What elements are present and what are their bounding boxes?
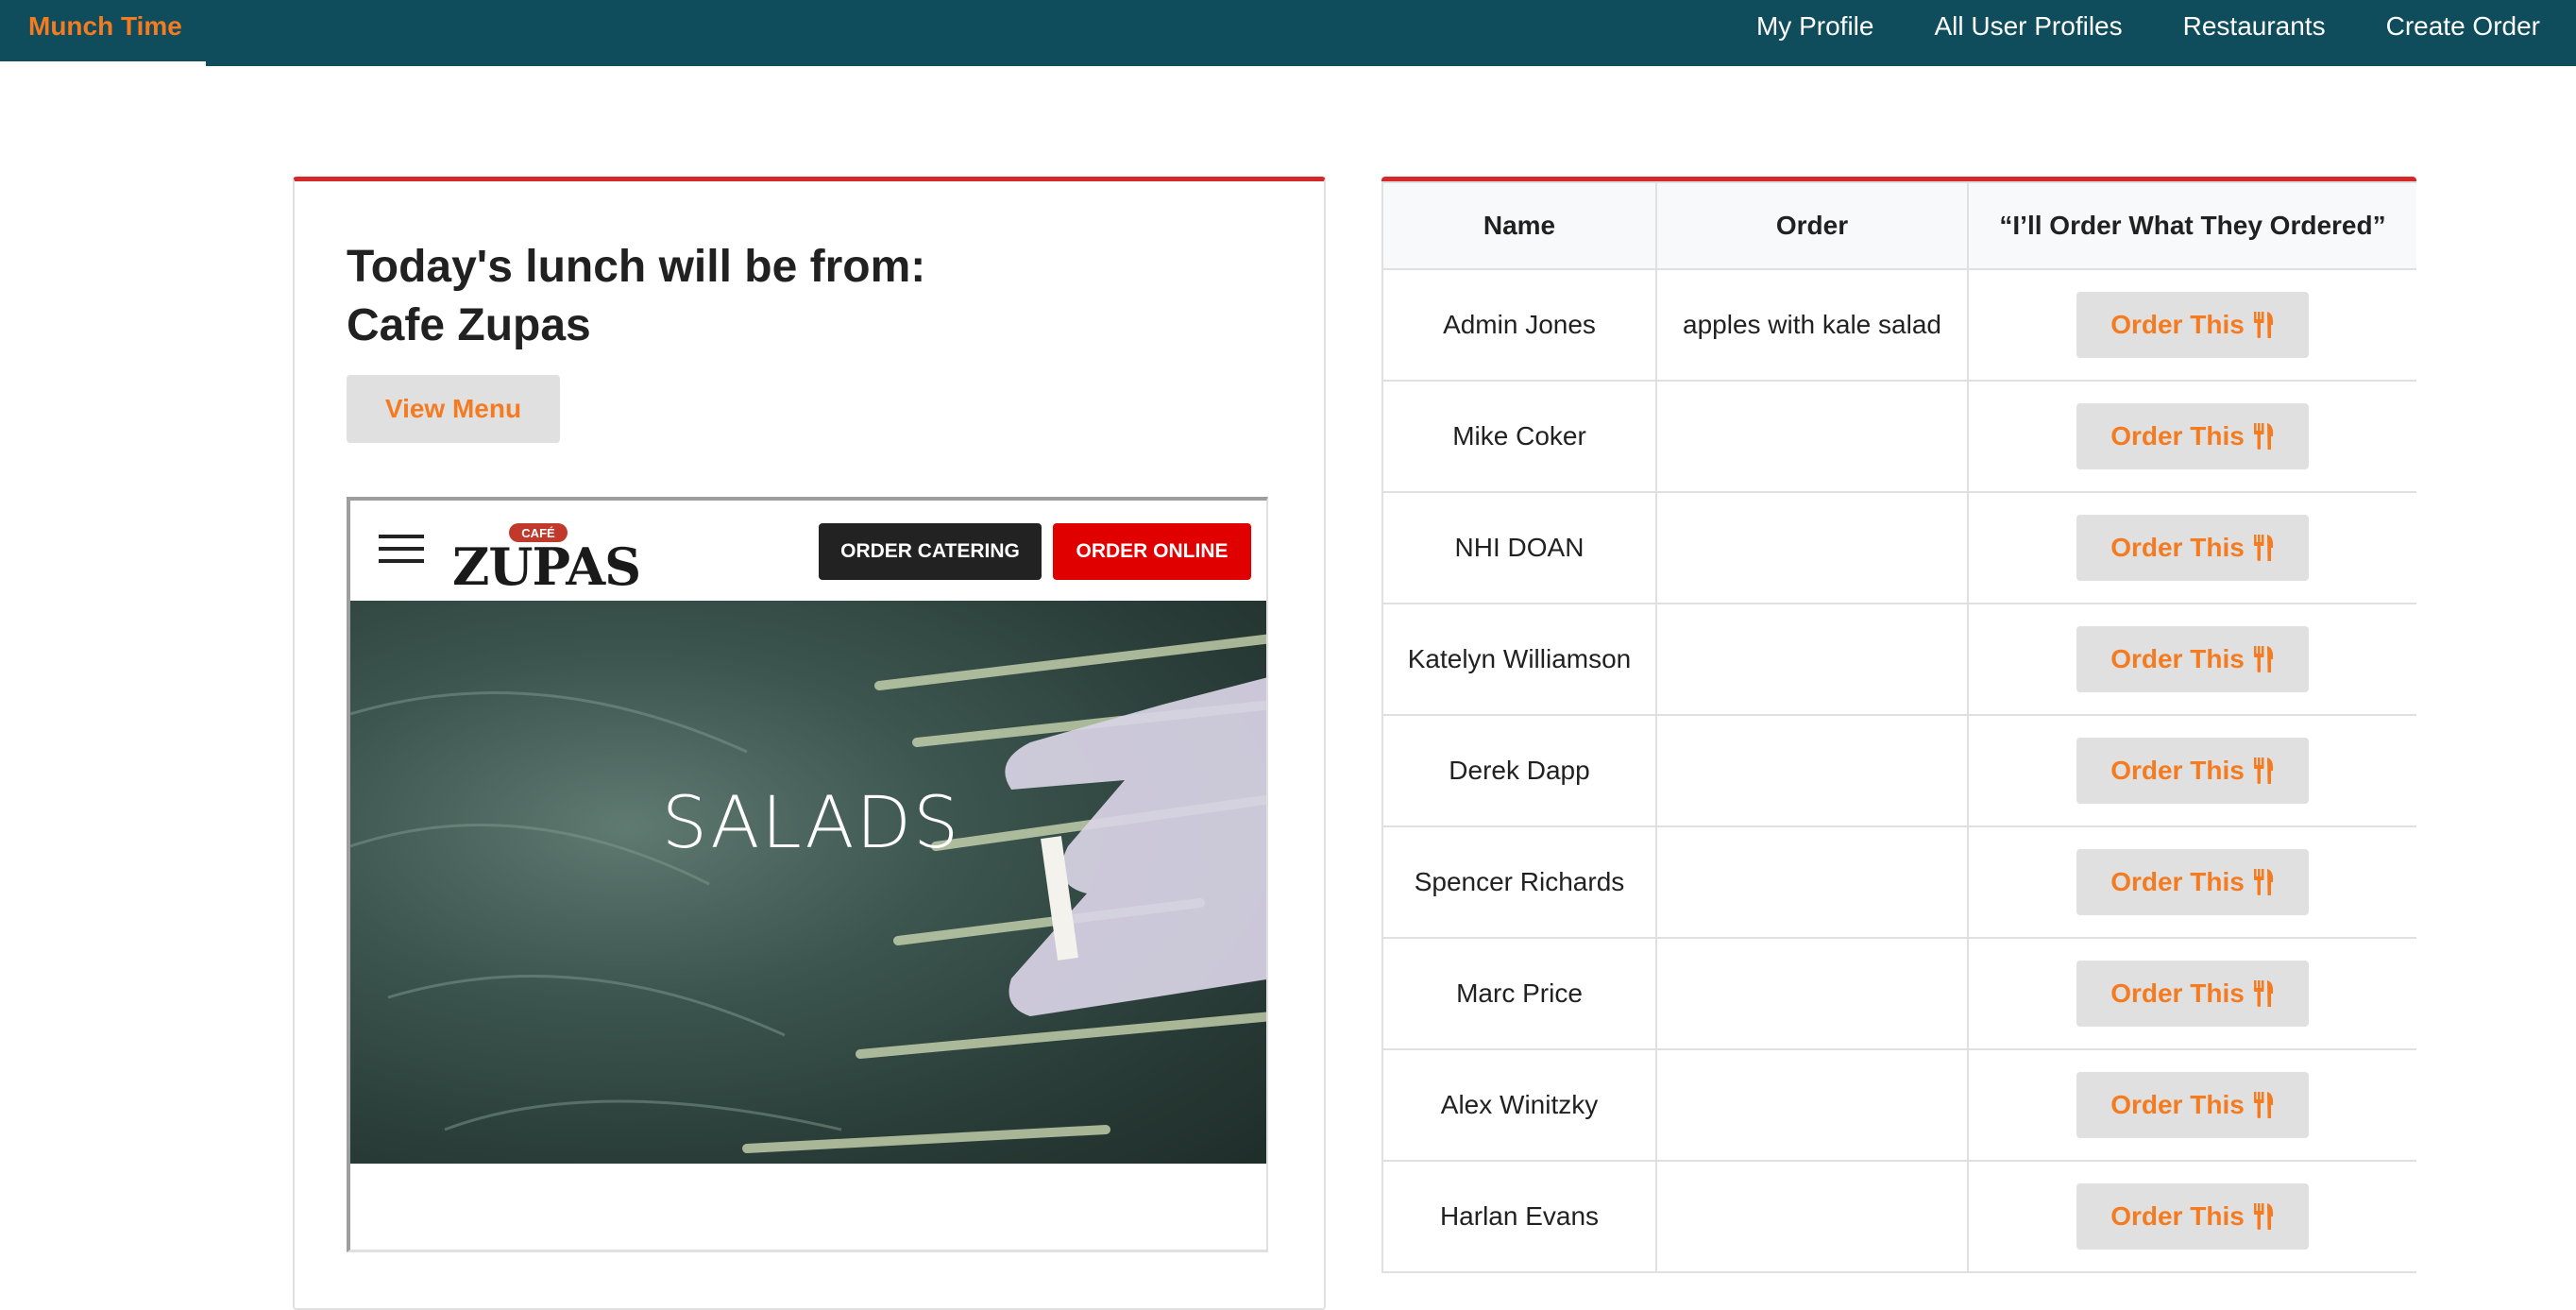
nav-links: My Profile All User Profiles Restaurants… — [1756, 11, 2540, 42]
cell-user-name: Derek Dapp — [1381, 714, 1657, 827]
order-this-label: Order This — [2110, 421, 2245, 451]
cell-action: Order This — [1967, 380, 2416, 493]
brand-link[interactable]: Munch Time — [28, 11, 182, 42]
active-tab-indicator — [0, 61, 206, 66]
cell-order-text — [1655, 714, 1969, 827]
cell-order-text — [1655, 937, 1969, 1050]
cell-user-name: Spencer Richards — [1381, 825, 1657, 939]
order-this-label: Order This — [2110, 867, 2245, 896]
table-header-row: Name Order “I’ll Order What They Ordered… — [1381, 181, 2416, 270]
utensils-icon — [2253, 423, 2273, 450]
utensils-icon — [2253, 757, 2273, 784]
utensils-icon — [2253, 646, 2273, 672]
cell-order-text — [1655, 380, 1969, 493]
hamburger-menu-icon[interactable] — [379, 535, 424, 565]
utensils-icon — [2253, 535, 2273, 561]
table-row: Marc Price Order This — [1381, 937, 2416, 1050]
order-catering-button[interactable]: ORDER CATERING — [819, 523, 1042, 580]
orders-table-card: Name Order “I’ll Order What They Ordered… — [1381, 177, 2416, 1310]
order-this-label: Order This — [2110, 978, 2245, 1008]
kale-photo-illustration — [350, 634, 1266, 1153]
table-row: Mike Coker Order This — [1381, 380, 2416, 493]
order-this-button[interactable]: Order This — [2076, 961, 2309, 1027]
restaurant-name: Cafe Zupas — [347, 300, 591, 350]
cell-action: Order This — [1967, 603, 2416, 716]
cell-action: Order This — [1967, 268, 2416, 382]
column-header-copy-order: “I’ll Order What They Ordered” — [1967, 181, 2416, 270]
order-this-button[interactable]: Order This — [2076, 849, 2309, 915]
preview-header: CAFÉ ZUPAS ORDER CATERING ORDER ONLINE — [350, 501, 1266, 601]
top-navbar: Munch Time My Profile All User Profiles … — [0, 0, 2576, 66]
cell-user-name: Katelyn Williamson — [1381, 603, 1657, 716]
cell-action: Order This — [1967, 491, 2416, 604]
order-this-button[interactable]: Order This — [2076, 403, 2309, 469]
order-this-button[interactable]: Order This — [2076, 515, 2309, 581]
utensils-icon — [2253, 312, 2273, 338]
cell-action: Order This — [1967, 937, 2416, 1050]
order-this-label: Order This — [2110, 310, 2245, 339]
order-this-button[interactable]: Order This — [2076, 626, 2309, 692]
table-row: Harlan Evans Order This — [1381, 1160, 2416, 1273]
cell-action: Order This — [1967, 1160, 2416, 1273]
utensils-icon — [2253, 869, 2273, 895]
nav-link-restaurants[interactable]: Restaurants — [2183, 11, 2326, 42]
column-header-order: Order — [1655, 181, 1969, 270]
nav-link-my-profile[interactable]: My Profile — [1756, 11, 1873, 42]
order-this-label: Order This — [2110, 756, 2245, 785]
lunch-heading: Today's lunch will be from: Cafe Zupas — [347, 238, 1196, 355]
column-header-name: Name — [1381, 181, 1657, 270]
cell-user-name: Admin Jones — [1381, 268, 1657, 382]
cell-user-name: Alex Winitzky — [1381, 1048, 1657, 1162]
cell-user-name: Marc Price — [1381, 937, 1657, 1050]
table-row: Derek Dapp Order This — [1381, 714, 2416, 827]
nav-link-create-order[interactable]: Create Order — [2386, 11, 2540, 42]
order-this-button[interactable]: Order This — [2076, 1183, 2309, 1250]
order-online-button[interactable]: ORDER ONLINE — [1053, 523, 1251, 580]
cell-action: Order This — [1967, 714, 2416, 827]
logo-zupas-text: ZUPAS — [452, 536, 641, 597]
order-this-button[interactable]: Order This — [2076, 738, 2309, 804]
utensils-icon — [2253, 1092, 2273, 1118]
cell-order-text — [1655, 603, 1969, 716]
cell-user-name: NHI DOAN — [1381, 491, 1657, 604]
cell-user-name: Mike Coker — [1381, 380, 1657, 493]
cell-action: Order This — [1967, 1048, 2416, 1162]
order-this-button[interactable]: Order This — [2076, 292, 2309, 358]
utensils-icon — [2253, 1203, 2273, 1230]
order-this-button[interactable]: Order This — [2076, 1072, 2309, 1138]
restaurant-website-preview[interactable]: CAFÉ ZUPAS ORDER CATERING ORDER ONLINE S… — [347, 497, 1268, 1252]
lunch-heading-line1: Today's lunch will be from: — [347, 242, 926, 292]
order-this-label: Order This — [2110, 644, 2245, 673]
hero-label: SALADS — [661, 780, 961, 864]
order-this-label: Order This — [2110, 1201, 2245, 1231]
table-row: Admin Jones apples with kale salad Order T… — [1381, 268, 2416, 382]
table-row: Katelyn Williamson Order This — [1381, 603, 2416, 716]
utensils-icon — [2253, 980, 2273, 1007]
order-this-label: Order This — [2110, 533, 2245, 562]
cell-action: Order This — [1967, 825, 2416, 939]
zupas-logo[interactable]: CAFÉ ZUPAS — [452, 523, 641, 597]
cell-order-text — [1655, 1160, 1969, 1273]
orders-table-body: Admin Jones apples with kale salad Order T… — [1381, 268, 2416, 1273]
nav-link-all-user-profiles[interactable]: All User Profiles — [1934, 11, 2122, 42]
cell-order-text — [1655, 825, 1969, 939]
cell-order-text: apples with kale salad — [1655, 268, 1969, 382]
cell-user-name: Harlan Evans — [1381, 1160, 1657, 1273]
cell-order-text — [1655, 1048, 1969, 1162]
table-row: Spencer Richards Order This — [1381, 825, 2416, 939]
cell-order-text — [1655, 491, 1969, 604]
restaurant-card: Today's lunch will be from: Cafe Zupas V… — [293, 177, 1326, 1310]
table-row: NHI DOAN Order This — [1381, 491, 2416, 604]
table-row: Alex Winitzky Order This — [1381, 1048, 2416, 1162]
view-menu-button[interactable]: View Menu — [347, 375, 560, 443]
salads-hero-image: SALADS — [350, 601, 1266, 1164]
order-this-label: Order This — [2110, 1090, 2245, 1119]
orders-table: Name Order “I’ll Order What They Ordered… — [1381, 181, 2416, 1273]
